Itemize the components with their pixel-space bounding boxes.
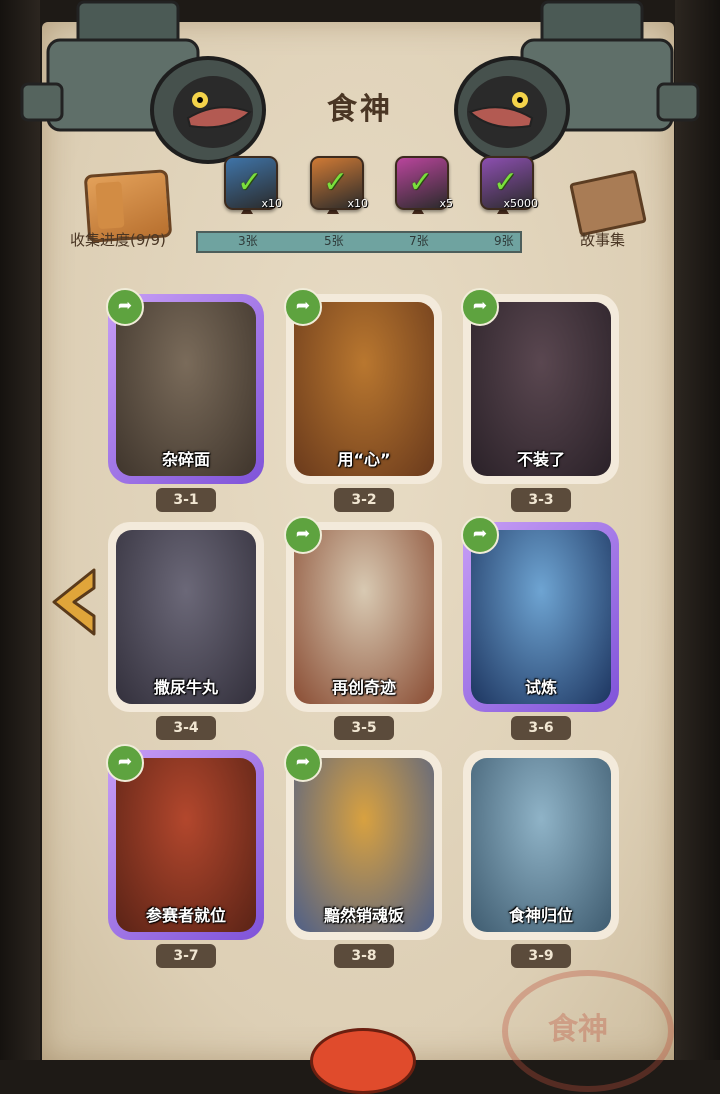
card-number-tag: 3-6 [511, 716, 571, 740]
card-number-tag: 3-5 [334, 716, 394, 740]
reward-count: x5000 [503, 197, 538, 210]
share-icon[interactable]: ➦ [284, 744, 322, 782]
share-icon[interactable]: ➦ [106, 288, 144, 326]
card-title: 撒尿牛丸 [153, 678, 218, 697]
reward-count: x5 [439, 197, 453, 210]
red-mascot-icon[interactable] [310, 1028, 416, 1094]
card-number-tag: 3-4 [156, 716, 216, 740]
card-title: 杂碎面 [161, 450, 210, 469]
card-number-tag: 3-1 [156, 488, 216, 512]
progress-tick-label: 9张 [494, 234, 514, 248]
share-icon[interactable]: ➦ [284, 288, 322, 326]
chest-reward-icon[interactable]: ✓ x10 [224, 156, 282, 210]
check-icon: ✓ [323, 165, 349, 200]
stamp-text: 食神 [548, 1012, 608, 1047]
collection-progress-label: 收集进度(9/9) [70, 231, 166, 249]
card-title: 黯然销魂饭 [323, 906, 404, 925]
card-title: 再创奇迹 [331, 678, 396, 697]
reward-count: x10 [261, 197, 282, 210]
story-collection-label[interactable]: 故事集 [580, 229, 625, 250]
story-card[interactable]: 撒尿牛丸 [108, 522, 264, 712]
progress-tick-label: 5张 [324, 234, 344, 248]
orb-reward-icon[interactable]: ✓ x5 [395, 156, 453, 210]
share-icon[interactable]: ➦ [284, 516, 322, 554]
seal-stamp: 食神 [502, 970, 674, 1092]
check-icon: ✓ [493, 165, 519, 200]
card-number-tag: 3-8 [334, 944, 394, 968]
story-card[interactable]: 食神归位 [463, 750, 619, 940]
progress-tick-label: 3张 [238, 234, 258, 248]
key-reward-icon[interactable]: ✓ x10 [310, 156, 368, 210]
page-title: 食神 [327, 92, 393, 127]
card-title: 用“心” [337, 450, 391, 469]
card-number-tag: 3-3 [511, 488, 571, 512]
check-icon: ✓ [237, 165, 263, 200]
share-icon[interactable]: ➦ [106, 744, 144, 782]
card-number-tag: 3-9 [511, 944, 571, 968]
card-title: 食神归位 [508, 906, 573, 925]
ticket-reward-icon[interactable]: ✓ x5000 [480, 156, 538, 210]
share-icon[interactable]: ➦ [461, 288, 499, 326]
check-icon: ✓ [408, 165, 434, 200]
card-title: 不装了 [516, 450, 565, 469]
card-number-tag: 3-7 [156, 944, 216, 968]
chevron-left-icon[interactable] [48, 566, 98, 638]
progress-tick-label: 7张 [409, 234, 429, 248]
reward-count: x10 [347, 197, 368, 210]
card-title: 试炼 [524, 678, 557, 697]
share-icon[interactable]: ➦ [461, 516, 499, 554]
card-title: 参赛者就位 [145, 906, 226, 925]
card-number-tag: 3-2 [334, 488, 394, 512]
